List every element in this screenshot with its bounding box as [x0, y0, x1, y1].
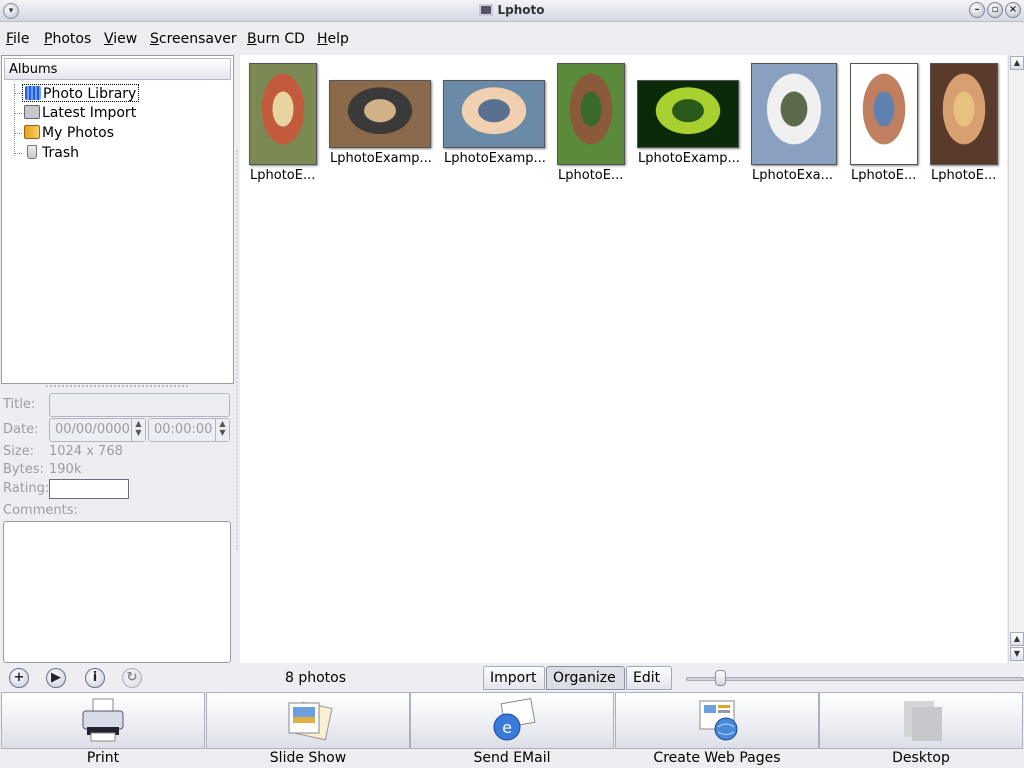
album-latest-import[interactable]: Latest Import [22, 104, 138, 122]
photo-scrollbar[interactable]: ▲ ▲ ▼ [1008, 55, 1024, 663]
menu-help[interactable]: Help [317, 31, 349, 47]
photo-grid: LphotoE... LphotoExamp... LphotoExamp...… [240, 55, 1007, 663]
create-web-pages-label[interactable]: Create Web Pages [615, 750, 819, 766]
app-icon [479, 4, 494, 16]
add-album-icon[interactable]: + [9, 668, 29, 688]
tree-branch [14, 153, 22, 154]
menu-file[interactable]: File [6, 31, 29, 47]
scroll-down-icon[interactable]: ▼ [1010, 647, 1024, 661]
tree-branch [14, 93, 22, 94]
menu-bar: File Photos View Screensaver Burn CD Hel… [0, 29, 1024, 51]
bottom-toolbar: + ▶ i ↻ 8 photos Import Organize Edit [0, 664, 1024, 692]
tree-line [14, 84, 15, 156]
tab-organize[interactable]: Organize [546, 666, 625, 690]
vertical-splitter[interactable] [236, 150, 238, 550]
title-field[interactable] [49, 393, 230, 417]
print-label[interactable]: Print [1, 750, 205, 766]
photo-thumbnail[interactable] [930, 63, 998, 165]
photo-caption[interactable]: LphotoExamp... [330, 151, 432, 166]
photo-caption[interactable]: LphotoExa... [752, 168, 833, 183]
size-label: Size: [3, 444, 35, 459]
bytes-value: 190k [49, 462, 82, 477]
send-email-label[interactable]: Send EMail [410, 750, 614, 766]
time-stepper[interactable]: ▲ ▼ [215, 419, 229, 441]
slide-show-button[interactable] [206, 692, 410, 749]
close-icon[interactable]: × [1005, 2, 1021, 18]
photo-thumbnail[interactable] [443, 80, 545, 148]
photo-album-icon [24, 125, 40, 139]
tab-import[interactable]: Import [483, 666, 545, 690]
albums-panel: Albums Photo Library Latest Import My Ph… [1, 55, 234, 384]
rating-label: Rating: [3, 481, 50, 496]
scroll-up-icon[interactable]: ▲ [1010, 632, 1024, 646]
photo-thumbnail[interactable] [557, 63, 625, 165]
date-stepper[interactable]: ▲ ▼ [131, 419, 145, 441]
photo-library-icon [25, 86, 41, 100]
desktop-button[interactable] [819, 692, 1023, 749]
tab-edit[interactable]: Edit [626, 666, 672, 690]
tree-branch [14, 133, 22, 134]
camera-icon [24, 105, 40, 119]
desktop-icon [904, 701, 942, 741]
bytes-label: Bytes: [3, 462, 44, 477]
web-pages-icon [699, 700, 738, 741]
photo-thumbnail[interactable] [751, 63, 837, 165]
date-label: Date: [3, 422, 39, 437]
photo-caption[interactable]: LphotoExamp... [444, 151, 546, 166]
zoom-slider[interactable] [686, 677, 1024, 681]
title-bar: ▾ Lphoto – ▫ × [0, 0, 1024, 22]
menu-burn-cd[interactable]: Burn CD [247, 31, 305, 47]
menu-screensaver[interactable]: Screensaver [150, 31, 237, 47]
maximize-icon[interactable]: ▫ [987, 2, 1003, 18]
email-icon: e [493, 697, 536, 741]
album-photo-library[interactable]: Photo Library [22, 84, 140, 102]
photo-thumbnail[interactable] [850, 63, 918, 165]
photo-caption[interactable]: LphotoE... [250, 168, 315, 183]
zoom-slider-handle[interactable] [715, 670, 726, 686]
create-web-pages-button[interactable] [615, 692, 819, 749]
album-my-photos[interactable]: My Photos [22, 124, 116, 142]
action-bar: Print Slide Show e Send EMail Create Web… [0, 692, 1024, 768]
tree-branch [14, 113, 22, 114]
photo-count: 8 photos [285, 670, 347, 686]
minimize-icon[interactable]: – [969, 2, 985, 18]
info-icon[interactable]: i [85, 668, 105, 688]
menu-view[interactable]: View [104, 31, 137, 47]
panel-splitter[interactable] [46, 385, 188, 387]
album-trash[interactable]: Trash [22, 144, 81, 162]
send-email-button[interactable]: e [410, 692, 614, 749]
photo-thumbnail[interactable] [249, 63, 317, 165]
slideshow-icon [288, 701, 333, 741]
rotate-icon[interactable]: ↻ [122, 668, 142, 688]
comments-label: Comments: [3, 503, 78, 518]
play-icon[interactable]: ▶ [46, 668, 66, 688]
desktop-label[interactable]: Desktop [819, 750, 1023, 766]
scroll-up-icon[interactable]: ▲ [1010, 56, 1024, 70]
print-button[interactable] [1, 692, 205, 749]
photo-caption[interactable]: LphotoE... [851, 168, 916, 183]
printer-icon [82, 698, 124, 742]
comments-field[interactable] [3, 521, 231, 663]
slide-show-label[interactable]: Slide Show [206, 750, 410, 766]
photo-caption[interactable]: LphotoE... [558, 168, 623, 183]
photo-thumbnail[interactable] [329, 80, 431, 148]
size-value: 1024 x 768 [49, 444, 123, 459]
rating-field[interactable] [49, 479, 129, 499]
trash-icon [27, 145, 37, 159]
photo-caption[interactable]: LphotoExamp... [638, 151, 740, 166]
menu-photos[interactable]: Photos [44, 31, 91, 47]
photo-caption[interactable]: LphotoE... [931, 168, 996, 183]
svg-text:e: e [502, 718, 512, 737]
window-title: Lphoto [0, 3, 1024, 17]
albums-header[interactable]: Albums [4, 58, 231, 80]
photo-thumbnail[interactable] [637, 80, 739, 148]
